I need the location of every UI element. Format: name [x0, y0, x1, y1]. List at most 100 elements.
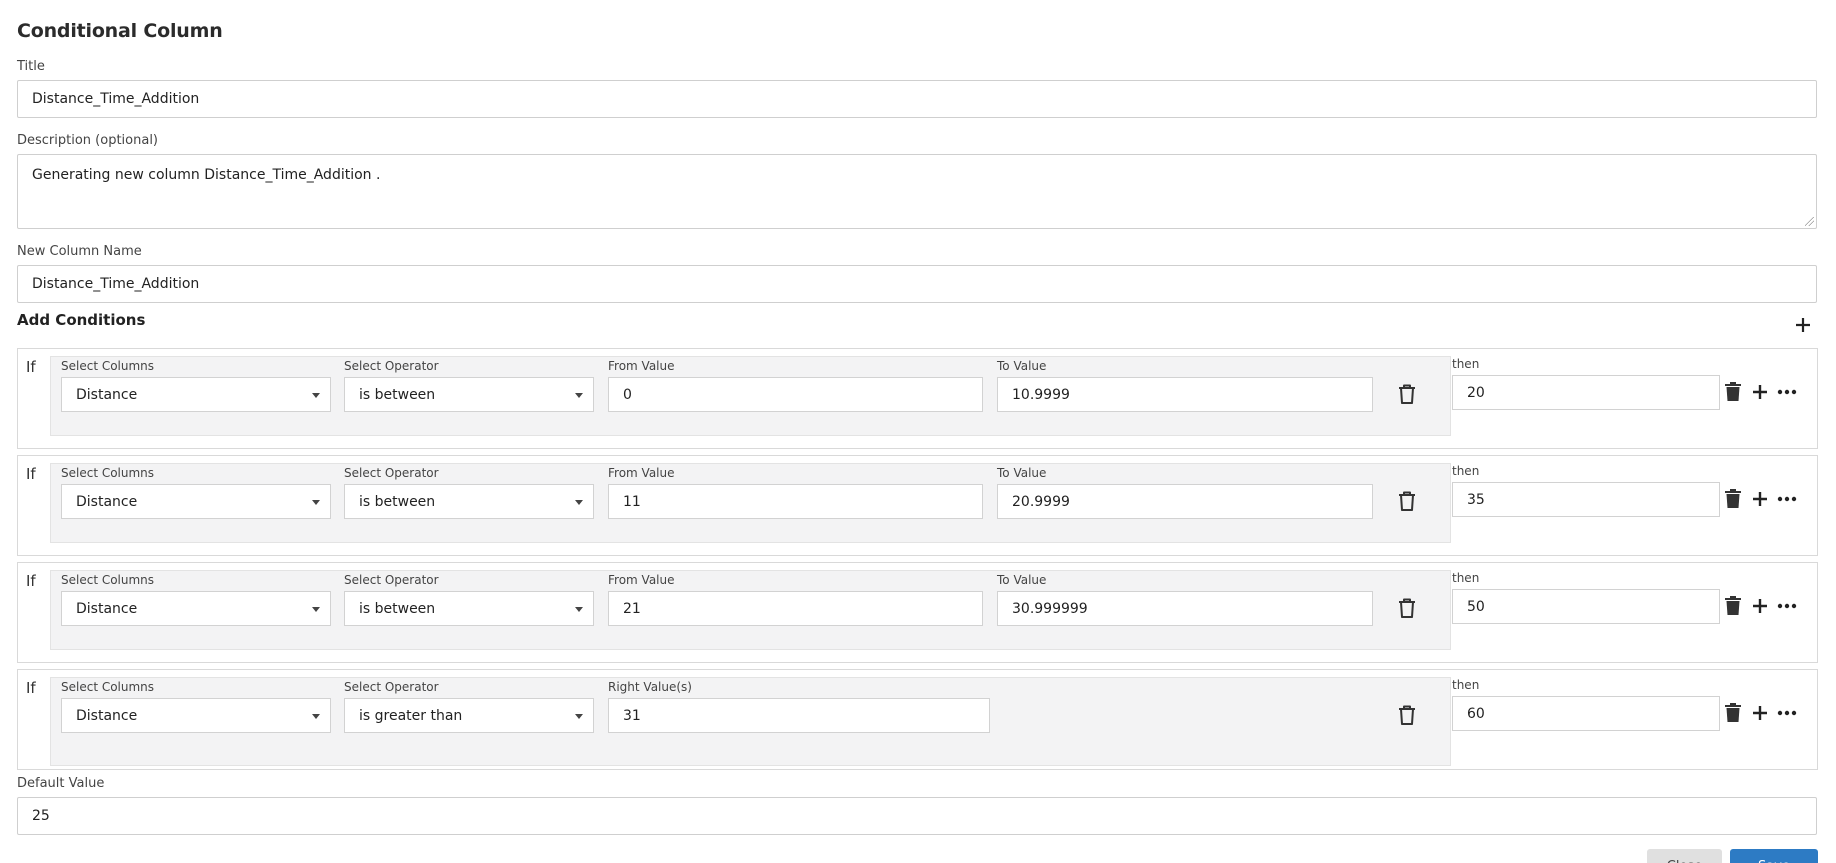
more-options-button[interactable] — [1776, 703, 1798, 723]
add-row-button[interactable] — [1750, 703, 1770, 723]
caret-down-icon — [575, 393, 583, 398]
delete-condition-button[interactable] — [1397, 383, 1417, 405]
add-row-button[interactable] — [1750, 596, 1770, 616]
column-select[interactable]: Distance — [61, 377, 331, 412]
select-columns-label: Select Columns — [61, 573, 155, 587]
close-button[interactable]: Close — [1647, 849, 1722, 863]
condition-panel: Select Columns Distance Select Operator … — [50, 356, 1451, 436]
add-condition-button[interactable] — [1792, 314, 1814, 336]
right-value-label: Right Value(s) — [608, 680, 692, 694]
delete-row-button[interactable] — [1724, 381, 1742, 402]
then-value-input[interactable]: 60 — [1452, 696, 1720, 731]
from-value: 0 — [623, 386, 632, 403]
select-operator-label: Select Operator — [344, 680, 439, 694]
trash-outline-icon — [1399, 491, 1415, 511]
then-value-input[interactable]: 20 — [1452, 375, 1720, 410]
if-label: If — [26, 572, 36, 590]
right-value-input[interactable]: 31 — [608, 698, 990, 733]
operator-select-value: is greater than — [359, 707, 463, 724]
to-value-input[interactable]: 30.999999 — [997, 591, 1373, 626]
new-column-label: New Column Name — [17, 244, 142, 259]
trash-outline-icon — [1399, 384, 1415, 404]
from-value: 21 — [623, 600, 641, 617]
then-value: 50 — [1467, 598, 1485, 615]
if-label: If — [26, 679, 36, 697]
add-row-button[interactable] — [1750, 382, 1770, 402]
ellipsis-icon — [1777, 710, 1797, 716]
delete-condition-button[interactable] — [1397, 490, 1417, 512]
then-value-input[interactable]: 35 — [1452, 482, 1720, 517]
title-input-value: Distance_Time_Addition — [32, 91, 200, 107]
delete-row-button[interactable] — [1724, 595, 1742, 616]
operator-select[interactable]: is greater than — [344, 698, 594, 733]
column-select[interactable]: Distance — [61, 484, 331, 519]
column-select[interactable]: Distance — [61, 591, 331, 626]
from-value-input[interactable]: 0 — [608, 377, 983, 412]
from-value-label: From Value — [608, 573, 675, 587]
select-columns-label: Select Columns — [61, 466, 155, 480]
operator-select[interactable]: is between — [344, 377, 594, 412]
caret-down-icon — [575, 607, 583, 612]
trash-solid-icon — [1725, 703, 1741, 722]
save-button[interactable]: Save — [1730, 849, 1818, 863]
ellipsis-icon — [1777, 496, 1797, 502]
from-value-input[interactable]: 21 — [608, 591, 983, 626]
delete-row-button[interactable] — [1724, 702, 1742, 723]
select-columns-label: Select Columns — [61, 680, 155, 694]
then-value: 20 — [1467, 384, 1485, 401]
trash-solid-icon — [1725, 382, 1741, 401]
column-select[interactable]: Distance — [61, 698, 331, 733]
then-value: 60 — [1467, 705, 1485, 722]
plus-icon — [1753, 599, 1767, 613]
delete-condition-button[interactable] — [1397, 597, 1417, 619]
to-value: 10.9999 — [1012, 386, 1070, 403]
trash-solid-icon — [1725, 596, 1741, 615]
from-value: 11 — [623, 493, 641, 510]
if-label: If — [26, 358, 36, 376]
condition-row: If Select Columns Distance Select Operat… — [17, 455, 1818, 556]
more-options-button[interactable] — [1776, 489, 1798, 509]
default-value-input[interactable]: 25 — [17, 797, 1817, 835]
right-value: 31 — [623, 707, 641, 724]
to-value: 20.9999 — [1012, 493, 1070, 510]
from-value-input[interactable]: 11 — [608, 484, 983, 519]
description-label: Description (optional) — [17, 133, 159, 148]
operator-select-value: is between — [359, 386, 436, 403]
operator-select[interactable]: is between — [344, 591, 594, 626]
then-value: 35 — [1467, 491, 1485, 508]
plus-icon — [1753, 385, 1767, 399]
description-textarea[interactable]: Generating new column Distance_Time_Addi… — [17, 154, 1817, 229]
condition-row: If Select Columns Distance Select Operat… — [17, 348, 1818, 449]
to-value-input[interactable]: 10.9999 — [997, 377, 1373, 412]
more-options-button[interactable] — [1776, 596, 1798, 616]
new-column-input[interactable]: Distance_Time_Addition — [17, 265, 1817, 303]
ellipsis-icon — [1777, 603, 1797, 609]
caret-down-icon — [312, 714, 320, 719]
to-value-input[interactable]: 20.9999 — [997, 484, 1373, 519]
column-select-value: Distance — [76, 386, 138, 403]
trash-outline-icon — [1399, 598, 1415, 618]
default-value: 25 — [32, 808, 50, 824]
if-label: If — [26, 465, 36, 483]
operator-select-value: is between — [359, 493, 436, 510]
select-operator-label: Select Operator — [344, 359, 439, 373]
select-operator-label: Select Operator — [344, 466, 439, 480]
delete-condition-button[interactable] — [1397, 704, 1417, 726]
caret-down-icon — [312, 500, 320, 505]
column-select-value: Distance — [76, 600, 138, 617]
column-select-value: Distance — [76, 493, 138, 510]
then-value-input[interactable]: 50 — [1452, 589, 1720, 624]
more-options-button[interactable] — [1776, 382, 1798, 402]
default-value-label: Default Value — [17, 776, 105, 791]
title-label: Title — [17, 59, 45, 74]
add-row-button[interactable] — [1750, 489, 1770, 509]
from-value-label: From Value — [608, 466, 675, 480]
delete-row-button[interactable] — [1724, 488, 1742, 509]
dialog-title: Conditional Column — [17, 20, 223, 42]
plus-icon — [1753, 706, 1767, 720]
title-input[interactable]: Distance_Time_Addition — [17, 80, 1817, 118]
resize-grip-icon[interactable] — [1805, 217, 1814, 226]
then-label: then — [1452, 678, 1480, 692]
operator-select[interactable]: is between — [344, 484, 594, 519]
operator-select-value: is between — [359, 600, 436, 617]
